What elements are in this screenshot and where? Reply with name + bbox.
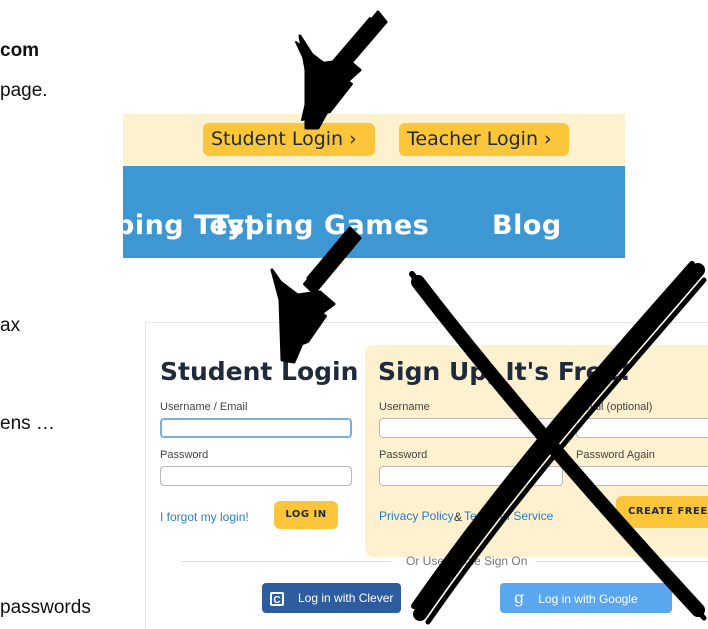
email-input[interactable] xyxy=(576,418,708,438)
login-bar: Student Login › Teacher Login › xyxy=(123,114,625,166)
nav-blog[interactable]: Blog xyxy=(492,210,562,241)
doc-text-line: ax xyxy=(0,315,21,336)
password-label: Password xyxy=(160,449,209,461)
main-nav: ping Test Typing Games Blog xyxy=(123,166,625,258)
login-page-crop: Student Login Username / Email Password … xyxy=(145,322,708,629)
student-login-title: Student Login xyxy=(160,357,359,386)
site-header-crop: Student Login › Teacher Login › ping Tes… xyxy=(123,114,625,258)
clever-login-button[interactable]: C Log in with Clever xyxy=(262,583,401,613)
arrow-icon xyxy=(295,10,388,130)
student-login-button[interactable]: Student Login › xyxy=(203,123,375,156)
password-again-label: Password Again xyxy=(576,449,655,461)
username-label: Username / Email xyxy=(160,401,248,413)
create-account-button[interactable]: CREATE FREE AC xyxy=(616,496,708,528)
doc-text-line: com xyxy=(0,40,40,61)
username-input[interactable] xyxy=(160,418,352,438)
doc-text-line: page. xyxy=(0,80,48,101)
sso-label: Or Use Single Sign On xyxy=(406,554,528,568)
email-label: Email (optional) xyxy=(576,401,653,413)
link-separator: & xyxy=(454,510,463,524)
sso-divider-left xyxy=(181,561,391,562)
log-in-button[interactable]: LOG IN xyxy=(274,501,338,529)
signup-password-input[interactable] xyxy=(379,466,563,486)
signup-title: Sign Up, It's Free! xyxy=(378,357,631,386)
sso-divider-right xyxy=(536,561,708,562)
google-label: Log in with Google xyxy=(538,592,638,606)
signup-username-input[interactable] xyxy=(379,418,563,438)
clever-label: Log in with Clever xyxy=(298,591,394,605)
doc-text-line: ens … xyxy=(0,413,55,434)
google-login-button[interactable]: g Log in with Google xyxy=(500,583,672,613)
nav-typing-games[interactable]: Typing Games xyxy=(211,210,429,241)
signup-password-label: Password xyxy=(379,449,428,461)
password-input[interactable] xyxy=(160,466,352,486)
doc-text-line: passwords xyxy=(0,597,91,618)
google-icon: g xyxy=(514,588,525,607)
teacher-login-button[interactable]: Teacher Login › xyxy=(399,123,569,156)
signup-username-label: Username xyxy=(379,401,430,413)
privacy-policy-link[interactable]: Privacy Policy xyxy=(379,509,454,523)
terms-link[interactable]: Terms of Service xyxy=(464,509,553,523)
clever-icon: C xyxy=(270,591,284,606)
forgot-login-link[interactable]: I forgot my login! xyxy=(160,510,249,524)
password-again-input[interactable] xyxy=(576,466,708,486)
